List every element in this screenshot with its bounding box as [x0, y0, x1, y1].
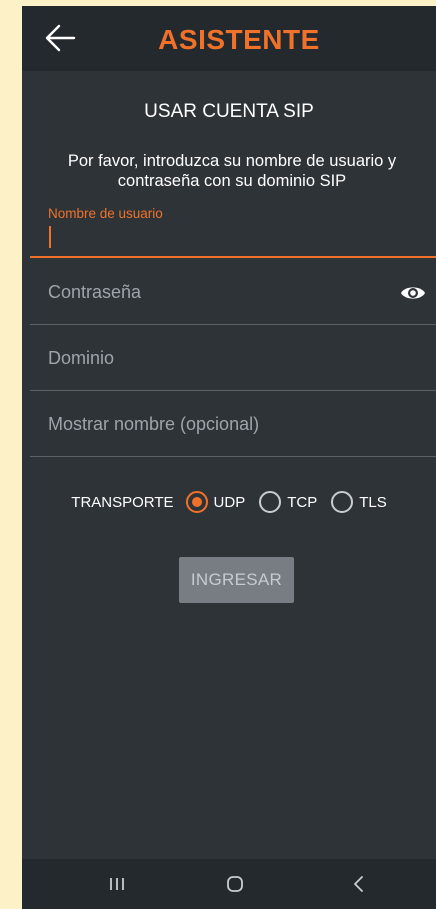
app-screen: ASISTENTE USAR CUENTA SIP Por favor, int…	[22, 6, 436, 909]
transport-option-label: TLS	[359, 493, 387, 511]
username-field[interactable]: Nombre de usuario	[30, 206, 436, 258]
home-icon	[227, 876, 243, 892]
domain-field[interactable]: Dominio	[30, 324, 436, 391]
display-name-placeholder: Mostrar nombre (opcional)	[48, 414, 260, 434]
back-chevron-icon	[354, 876, 363, 892]
app-toolbar: ASISTENTE	[22, 6, 436, 71]
password-placeholder: Contraseña	[48, 282, 142, 302]
system-back-button[interactable]	[344, 871, 374, 897]
system-navigation-bar	[22, 859, 436, 909]
text-cursor	[49, 226, 51, 248]
transport-selector: TRANSPORTE UDP TCP TLS	[22, 488, 436, 516]
section-title: USAR CUENTA SIP	[144, 101, 314, 122]
transport-option-label: UDP	[213, 493, 246, 511]
transport-label: TRANSPORTE	[71, 493, 174, 511]
recent-apps-button[interactable]	[102, 871, 132, 897]
home-button[interactable]	[220, 871, 250, 897]
domain-placeholder: Dominio	[48, 348, 115, 368]
recent-apps-icon	[110, 878, 124, 890]
eye-icon[interactable]	[400, 284, 426, 302]
username-label: Nombre de usuario	[48, 206, 163, 221]
radio-unchecked-icon[interactable]	[259, 491, 282, 513]
transport-option-tcp[interactable]: TCP	[259, 491, 317, 513]
login-button[interactable]: INGRESAR	[179, 557, 294, 603]
transport-option-udp[interactable]: UDP	[185, 491, 246, 513]
app-title: ASISTENTE	[158, 24, 320, 55]
radio-unchecked-icon[interactable]	[331, 491, 354, 513]
transport-option-tls[interactable]: TLS	[331, 491, 387, 513]
password-field[interactable]: Contraseña	[30, 262, 436, 325]
radio-checked-icon[interactable]	[185, 491, 208, 513]
instructions-text: Por favor, introduzca su nombre de usuar…	[67, 152, 397, 190]
transport-option-label: TCP	[287, 493, 318, 511]
display-name-field[interactable]: Mostrar nombre (opcional)	[30, 390, 436, 457]
